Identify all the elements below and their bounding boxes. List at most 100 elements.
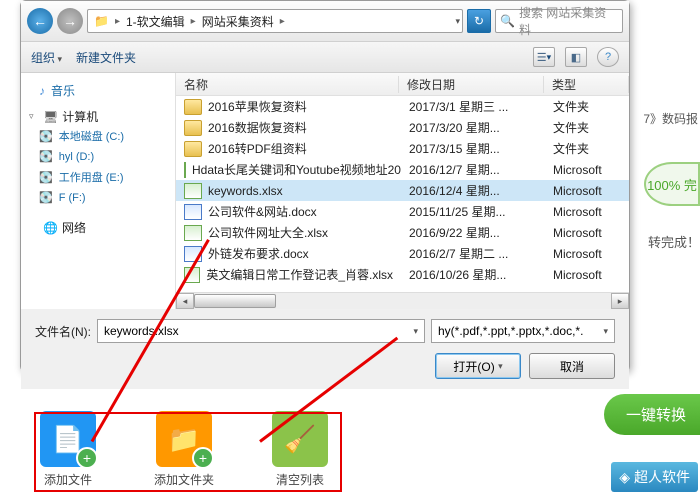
file-date: 2016/2/7 星期二 ... — [401, 245, 545, 262]
folder-icon — [184, 120, 202, 136]
file-date: 2016/12/7 星期... — [401, 161, 545, 178]
sidebar-label: 工作用盘 (E:) — [59, 169, 124, 185]
toolbar: 组织 新建文件夹 ☰▾ ◧ ? — [21, 41, 629, 73]
scroll-thumb[interactable] — [194, 294, 276, 308]
button-label: 添加文件夹 — [154, 471, 214, 488]
network-icon: 🌐 — [43, 221, 58, 235]
open-button[interactable]: 打开(O) ▾ — [435, 353, 521, 379]
xlsx-icon — [184, 183, 202, 199]
horizontal-scrollbar[interactable]: ◂ ▸ — [176, 292, 629, 309]
file-type: 文件夹 — [545, 98, 629, 115]
refresh-button[interactable]: ↻ — [467, 9, 491, 33]
button-label: 添加文件 — [44, 471, 92, 488]
drive-icon: 💽 — [39, 171, 53, 184]
scroll-left-button[interactable]: ◂ — [176, 293, 194, 309]
file-row[interactable]: 公司软件网址大全.xlsx 2016/9/22 星期...Microsoft — [176, 222, 629, 243]
organize-menu[interactable]: 组织 — [31, 49, 62, 66]
brand-text: 超人软件 — [634, 467, 690, 487]
search-placeholder: 搜索 网站采集资料 — [519, 4, 618, 38]
filename-input[interactable]: keywords.xlsx▾ — [97, 319, 425, 343]
sidebar-item-network[interactable]: 🌐网络 — [21, 219, 175, 236]
search-input[interactable]: 🔍 搜索 网站采集资料 — [495, 9, 623, 33]
file-row[interactable]: 2016转PDF组资料 2017/3/15 星期...文件夹 — [176, 138, 629, 159]
chevron-right-icon: ▸ — [115, 16, 120, 27]
file-name: 2016转PDF组资料 — [208, 140, 307, 157]
sidebar-item-music[interactable]: ♪音乐 — [21, 79, 175, 102]
nav-sidebar: ♪音乐 ▿🖥计算机 💽 本地磁盘 (C:) 💽 hyl (D:) 💽 工作用盘 (E:… — [21, 73, 176, 309]
drive-icon: 💽 — [39, 191, 53, 204]
filter-value: hy(*.pdf,*.ppt,*.pptx,*.doc,*. — [438, 324, 583, 338]
file-name: Hdata长尾关键词和Youtube视频地址20... — [192, 161, 401, 178]
sidebar-label: 音乐 — [51, 82, 75, 99]
file-date: 2015/11/25 星期... — [401, 203, 545, 220]
nav-back-button[interactable]: ← — [27, 8, 53, 34]
file-list-pane: 名称 修改日期 类型 2016苹果恢复资料2017/3/1 星期三 ...文件夹… — [176, 73, 629, 309]
column-header-date[interactable]: 修改日期 — [399, 76, 544, 93]
new-folder-button[interactable]: 新建文件夹 — [76, 49, 136, 66]
drive-icon: 💽 — [39, 150, 53, 163]
body-area: ♪音乐 ▿🖥计算机 💽 本地磁盘 (C:) 💽 hyl (D:) 💽 工作用盘 (E:… — [21, 73, 629, 309]
file-row[interactable]: 外链发布要求.docx2016/2/7 星期二 ...Microsoft — [176, 243, 629, 264]
cancel-button[interactable]: 取消 — [529, 353, 615, 379]
view-options-button[interactable]: ☰▾ — [533, 47, 555, 67]
sidebar-label: 本地磁盘 (C:) — [59, 128, 124, 144]
file-row[interactable]: Hdata长尾关键词和Youtube视频地址20...2016/12/7 星期.… — [176, 159, 629, 180]
help-button[interactable]: ? — [597, 47, 619, 67]
xlsx-icon — [184, 225, 202, 241]
add-file-button[interactable]: 📄+ 添加文件 — [40, 411, 96, 488]
sidebar-label: F (F:) — [59, 192, 86, 204]
file-type: Microsoft — [545, 247, 629, 261]
path-seg-1[interactable]: 1-软文编辑 — [122, 11, 189, 32]
file-date: 2017/3/15 星期... — [401, 140, 545, 157]
diamond-icon: ◈ — [619, 469, 630, 486]
sidebar-item-drive-e[interactable]: 💽 工作用盘 (E:) — [21, 166, 175, 188]
file-name: 2016数据恢复资料 — [208, 119, 307, 136]
sidebar-label: hyl (D:) — [59, 151, 94, 163]
file-type: Microsoft — [545, 226, 629, 240]
column-header-row: 名称 修改日期 类型 — [176, 73, 629, 96]
nav-forward-button[interactable]: → — [57, 8, 83, 34]
drive-icon: 💽 — [39, 130, 53, 143]
filename-label: 文件名(N): — [35, 323, 91, 340]
sidebar-item-drive-f[interactable]: 💽 F (F:) — [21, 188, 175, 207]
filetype-filter-select[interactable]: hy(*.pdf,*.ppt,*.pptx,*.doc,*.▾ — [431, 319, 615, 343]
docx-icon — [184, 204, 202, 220]
file-row[interactable]: 英文编辑日常工作登记表_肖蓉.xlsx2016/10/26 星期...Micro… — [176, 264, 629, 285]
preview-pane-button[interactable]: ◧ — [565, 47, 587, 67]
scroll-track[interactable] — [194, 294, 611, 308]
file-row[interactable]: 2016数据恢复资料2017/3/20 星期...文件夹 — [176, 117, 629, 138]
path-bar[interactable]: 📁 ▸ 1-软文编辑 ▸ 网站采集资料 ▸ ▾ — [87, 9, 463, 33]
sidebar-item-computer[interactable]: ▿🖥计算机 — [21, 108, 175, 125]
xlsx-icon — [184, 267, 200, 283]
file-row[interactable]: 公司软件&网站.docx2015/11/25 星期...Microsoft — [176, 201, 629, 222]
search-icon: 🔍 — [500, 14, 515, 28]
chevron-right-icon: ▸ — [280, 16, 285, 27]
clear-list-button[interactable]: 🧹 清空列表 — [272, 411, 328, 488]
convert-button[interactable]: 一键转换 — [604, 394, 700, 435]
path-icon: 📁 — [90, 12, 113, 30]
broom-icon: 🧹 — [284, 424, 316, 455]
button-label: 清空列表 — [276, 471, 324, 488]
column-header-name[interactable]: 名称 — [176, 76, 399, 93]
folder-icon — [184, 99, 202, 115]
file-name: 公司软件网址大全.xlsx — [208, 224, 328, 241]
file-date: 2016/9/22 星期... — [401, 224, 545, 241]
file-row[interactable]: keywords.xlsx2016/12/4 星期...Microsoft — [176, 180, 629, 201]
status-text: 转完成！ — [648, 232, 700, 251]
xlsx-icon — [184, 162, 186, 178]
file-type: 文件夹 — [545, 140, 629, 157]
sidebar-item-drive-d[interactable]: 💽 hyl (D:) — [21, 147, 175, 166]
path-seg-2[interactable]: 网站采集资料 — [198, 11, 278, 32]
file-row[interactable]: 2016苹果恢复资料2017/3/1 星期三 ...文件夹 — [176, 96, 629, 117]
file-date: 2016/12/4 星期... — [401, 182, 545, 199]
sidebar-item-drive-c[interactable]: 💽 本地磁盘 (C:) — [21, 125, 175, 147]
column-header-type[interactable]: 类型 — [544, 76, 629, 93]
scroll-right-button[interactable]: ▸ — [611, 293, 629, 309]
chevron-down-icon[interactable]: ▾ — [455, 16, 460, 27]
sidebar-label: 计算机 — [62, 108, 98, 125]
file-date: 2017/3/20 星期... — [401, 119, 545, 136]
add-folder-button[interactable]: 📁+ 添加文件夹 — [154, 411, 214, 488]
chevron-down-icon[interactable]: ▾ — [413, 326, 418, 337]
button-label: 打开(O) — [453, 358, 494, 375]
file-list[interactable]: 2016苹果恢复资料2017/3/1 星期三 ...文件夹 2016数据恢复资料 2… — [176, 96, 629, 292]
